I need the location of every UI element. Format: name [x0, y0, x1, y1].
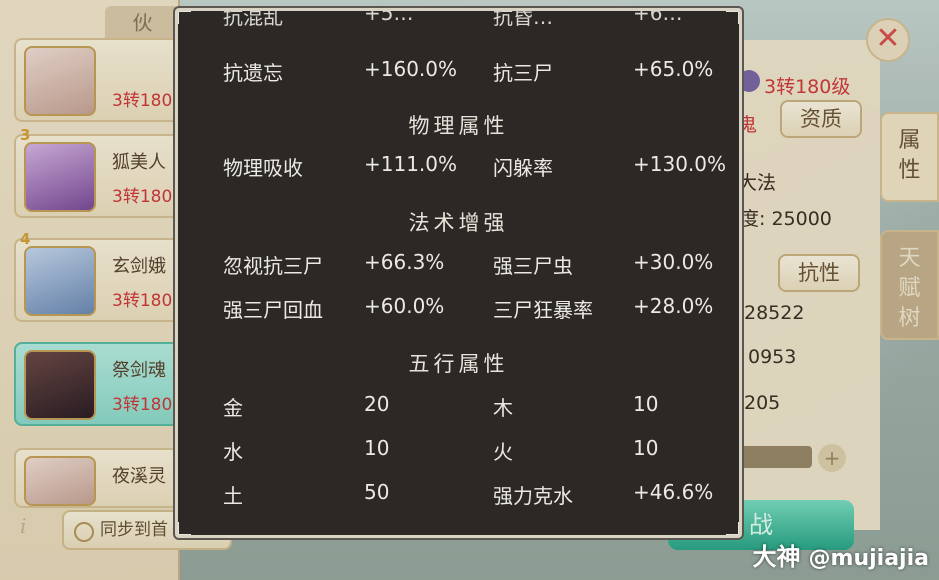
attr-label: 三尸狂暴率 [493, 298, 593, 322]
attr-label: 水 [223, 440, 243, 464]
corner-ornament [726, 522, 739, 535]
watermark-handle: @mujiajia [808, 546, 929, 571]
attr-label: 抗混乱 [223, 8, 283, 29]
attr-label: 抗昏… [493, 8, 553, 29]
attr-value: 10 [364, 436, 390, 460]
attr-value: +160.0% [364, 57, 458, 81]
attr-value: +66.3% [364, 250, 445, 274]
attr-value: +130.0% [633, 152, 727, 176]
attr-value: +28.0% [633, 294, 714, 318]
attr-label: 抗遗忘 [223, 61, 283, 85]
attr-value: 10 [633, 436, 659, 460]
attr-value: +60.0% [364, 294, 445, 318]
attr-label: 物理吸收 [223, 156, 303, 180]
attr-value: 20 [364, 392, 390, 416]
attr-value: +30.0% [633, 250, 714, 274]
attribute-row: 忽视抗三尸 +66.3% 强三尸虫 +30.0% [178, 250, 739, 282]
attr-value: +111.0% [364, 152, 458, 176]
attr-value: +65.0% [633, 57, 714, 81]
attribute-row-clipped: 抗混乱 +5… 抗昏… +6… [178, 8, 739, 33]
attribute-popup: 抗混乱 +5… 抗昏… +6… 抗遗忘 +160.0% 抗三尸 +65.0% 物… [175, 8, 742, 538]
section-title-magic: 法术增强 [408, 211, 509, 235]
attr-value: 10 [633, 392, 659, 416]
attr-value: +5… [364, 8, 414, 25]
attr-label: 强三尸回血 [223, 298, 323, 322]
watermark-logo: 大神 [752, 543, 801, 571]
section-title-elements: 五行属性 [408, 352, 509, 376]
attr-label: 金 [223, 396, 243, 420]
attribute-row: 强三尸回血 +60.0% 三尸狂暴率 +28.0% [178, 294, 739, 326]
watermark: 大神 @mujiajia [753, 537, 929, 572]
attr-value: +46.6% [633, 480, 714, 504]
attribute-row: 土 50 强力克水 +46.6% [178, 480, 739, 512]
attr-label: 忽视抗三尸 [223, 254, 323, 278]
attr-label: 强三尸虫 [493, 254, 573, 278]
attribute-row: 水 10 火 10 [178, 436, 739, 468]
corner-ornament [178, 522, 191, 535]
attr-label: 火 [493, 440, 513, 464]
attr-label: 强力克水 [493, 484, 573, 508]
attr-label: 土 [223, 484, 243, 508]
attr-label: 木 [493, 396, 513, 420]
attribute-row: 物理吸收 +111.0% 闪躲率 +130.0% [178, 152, 739, 184]
attr-label: 闪躲率 [493, 156, 553, 180]
attribute-row: 抗遗忘 +160.0% 抗三尸 +65.0% [178, 57, 739, 89]
attribute-row: 金 20 木 10 [178, 392, 739, 424]
attr-value: 50 [364, 480, 390, 504]
section-title-physical: 物理属性 [408, 114, 509, 138]
attr-label: 抗三尸 [493, 61, 553, 85]
attr-value: +6… [633, 8, 683, 25]
